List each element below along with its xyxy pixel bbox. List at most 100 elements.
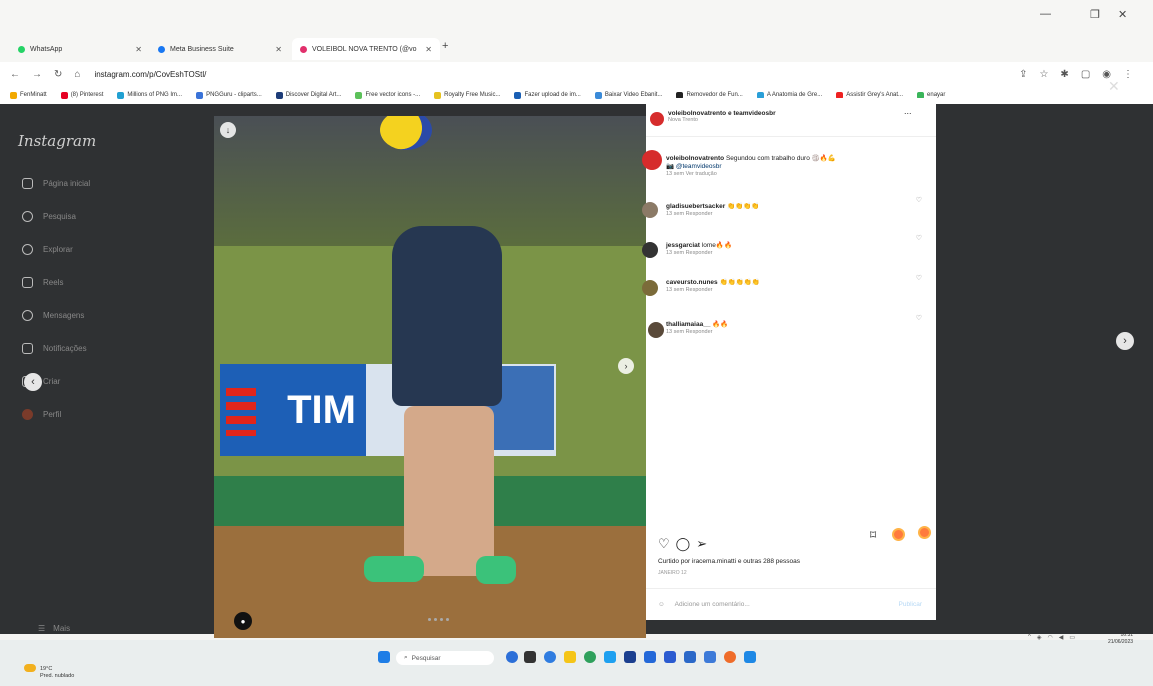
wifi-icon[interactable]: ◠ xyxy=(1047,634,1052,641)
sidebar-item-reels[interactable]: Reels xyxy=(22,277,63,288)
download-icon[interactable]: ↓ xyxy=(220,122,236,138)
edge-icon[interactable] xyxy=(604,651,616,663)
bookmark-item[interactable]: Royalty Free Music... xyxy=(434,91,500,99)
app-icon[interactable] xyxy=(664,651,676,663)
close-tab-icon[interactable]: ✕ xyxy=(275,45,282,54)
post-date: JANEIRO 12 xyxy=(658,570,687,576)
bookmark-item[interactable]: Fazer upload de im... xyxy=(514,91,581,99)
weather-widget[interactable]: 19°C Pred. nublado xyxy=(40,666,74,680)
back-icon[interactable]: ← xyxy=(10,69,20,80)
next-image-icon[interactable]: › xyxy=(618,358,634,374)
avatar[interactable] xyxy=(642,280,658,296)
app-icon[interactable] xyxy=(644,651,656,663)
chat-icon[interactable] xyxy=(544,651,556,663)
close-tab-icon[interactable]: ✕ xyxy=(135,45,142,54)
avatar[interactable] xyxy=(642,150,662,170)
close-tab-icon[interactable]: ✕ xyxy=(425,45,432,54)
comment-icon[interactable]: ◯ xyxy=(676,536,691,552)
sidebar-item-home[interactable]: Página inicial xyxy=(22,178,90,189)
photoshop-icon[interactable] xyxy=(624,651,636,663)
avatar[interactable] xyxy=(642,242,658,258)
post-location[interactable]: Nova Trento xyxy=(668,117,776,123)
app-icon[interactable] xyxy=(744,651,756,663)
windows-start-icon[interactable] xyxy=(378,651,390,663)
sidebar-item-notifications[interactable]: Notificações xyxy=(22,343,87,354)
app-icon[interactable] xyxy=(724,651,736,663)
maximize-icon[interactable]: ❐ xyxy=(1090,8,1100,21)
compass-icon xyxy=(22,244,33,255)
file-explorer-icon[interactable] xyxy=(564,651,576,663)
close-modal-icon[interactable]: ✕ xyxy=(1108,78,1120,95)
menu-icon[interactable]: ⋮ xyxy=(1123,69,1133,80)
more-options-icon[interactable]: ... xyxy=(904,106,912,116)
close-window-icon[interactable]: ✕ xyxy=(1118,8,1127,21)
tab-instagram[interactable]: VOLEIBOL NOVA TRENTO (@vo ✕ xyxy=(292,38,440,60)
sticker-icon[interactable] xyxy=(918,526,931,539)
post-author[interactable]: voleibolnovatrento e teamvideosbr xyxy=(668,110,776,117)
avatar[interactable] xyxy=(650,112,664,126)
security-icon[interactable]: ◈ xyxy=(1037,634,1042,641)
like-comment-icon[interactable]: ♡ xyxy=(916,234,922,242)
share-icon[interactable]: ➢ xyxy=(696,536,707,552)
tab-meta-business[interactable]: Meta Business Suite ✕ xyxy=(150,38,290,60)
add-comment-bar: ☺ Adicione um comentário... Publicar xyxy=(646,588,936,620)
task-view-icon[interactable] xyxy=(524,651,536,663)
forward-icon[interactable]: → xyxy=(32,69,42,80)
reload-icon[interactable]: ↻ xyxy=(54,69,62,80)
next-post-button[interactable]: › xyxy=(1116,332,1134,350)
new-tab-button[interactable]: + xyxy=(442,40,448,52)
url-field[interactable]: instagram.com/p/CovEshTOStl/ xyxy=(94,70,206,79)
profile-icon xyxy=(22,409,33,420)
emoji-icon[interactable]: ☺ xyxy=(658,601,665,608)
instagram-icon xyxy=(300,45,307,53)
volume-icon[interactable]: ◀ xyxy=(1059,634,1064,641)
tagged-user-icon[interactable]: ● xyxy=(234,612,252,630)
battery-icon[interactable]: ▭ xyxy=(1069,634,1075,641)
bookmark-icon xyxy=(434,91,442,99)
sidebar-item-explore[interactable]: Explorar xyxy=(22,244,73,255)
app-icon[interactable] xyxy=(684,651,696,663)
chrome-icon[interactable] xyxy=(584,651,596,663)
bookmark-item[interactable]: Discover Digital Art... xyxy=(275,91,341,99)
star-icon[interactable]: ☆ xyxy=(1039,69,1048,80)
taskbar-search[interactable]: ⌕ Pesquisar xyxy=(396,651,494,665)
sidebar-item-messages[interactable]: Mensagens xyxy=(22,310,84,321)
sidebar-more[interactable]: ☰ Mais xyxy=(38,624,70,633)
bookmark-item[interactable]: PNGGuru - cliparts... xyxy=(196,91,262,99)
save-icon[interactable]: ⌑ xyxy=(870,528,876,542)
previous-post-button[interactable]: ‹ xyxy=(24,373,42,391)
bookmark-item[interactable]: (8) Pinterest xyxy=(60,91,103,99)
share-icon[interactable]: ⇪ xyxy=(1019,69,1027,80)
post-photo[interactable]: TIM ↓ › ● xyxy=(214,116,646,638)
tab-whatsapp[interactable]: WhatsApp ✕ xyxy=(10,38,150,60)
home-icon[interactable]: ⌂ xyxy=(74,69,80,80)
sidebar-item-search[interactable]: Pesquisa xyxy=(22,211,76,222)
like-comment-icon[interactable]: ♡ xyxy=(916,314,922,322)
avatar[interactable] xyxy=(648,322,664,338)
sticker-icon[interactable] xyxy=(892,528,905,541)
meet-icon[interactable] xyxy=(506,651,518,663)
sidepanel-icon[interactable]: ▢ xyxy=(1081,69,1090,80)
like-icon[interactable]: ♡ xyxy=(658,536,670,552)
minimize-icon[interactable]: — xyxy=(1040,8,1051,20)
instagram-logo[interactable]: Instagram xyxy=(18,132,96,150)
bookmark-item[interactable]: Free vector icons -... xyxy=(355,91,420,99)
bookmark-icon xyxy=(594,91,602,99)
like-comment-icon[interactable]: ♡ xyxy=(916,196,922,204)
likes-count[interactable]: Curtido por iracema.minatti e outras 288… xyxy=(658,558,800,565)
post-details-panel: voleibolnovatrento e teamvideosbr Nova T… xyxy=(642,98,936,620)
system-tray: ^ ◈ ◠ ◀ ▭ xyxy=(1028,634,1075,641)
avatar[interactable] xyxy=(642,202,658,218)
comment-input[interactable]: Adicione um comentário... xyxy=(675,601,750,608)
bookmark-item[interactable]: FenMinatt xyxy=(10,91,47,99)
bookmark-item[interactable]: Millions of PNG Im... xyxy=(117,91,182,99)
extension-icon[interactable]: ✱ xyxy=(1060,69,1068,80)
like-comment-icon[interactable]: ♡ xyxy=(916,274,922,282)
list-item: thalliamaiaa__ 🔥🔥 13 sem Responder xyxy=(666,321,729,335)
sidebar-item-profile[interactable]: Perfil xyxy=(22,409,61,420)
app-icon[interactable] xyxy=(704,651,716,663)
bookmark-icon xyxy=(196,91,204,99)
taskbar-clock[interactable]: 16:31 21/06/2023 xyxy=(1108,632,1133,646)
chevron-up-icon[interactable]: ^ xyxy=(1028,634,1031,641)
publish-button[interactable]: Publicar xyxy=(899,601,922,608)
